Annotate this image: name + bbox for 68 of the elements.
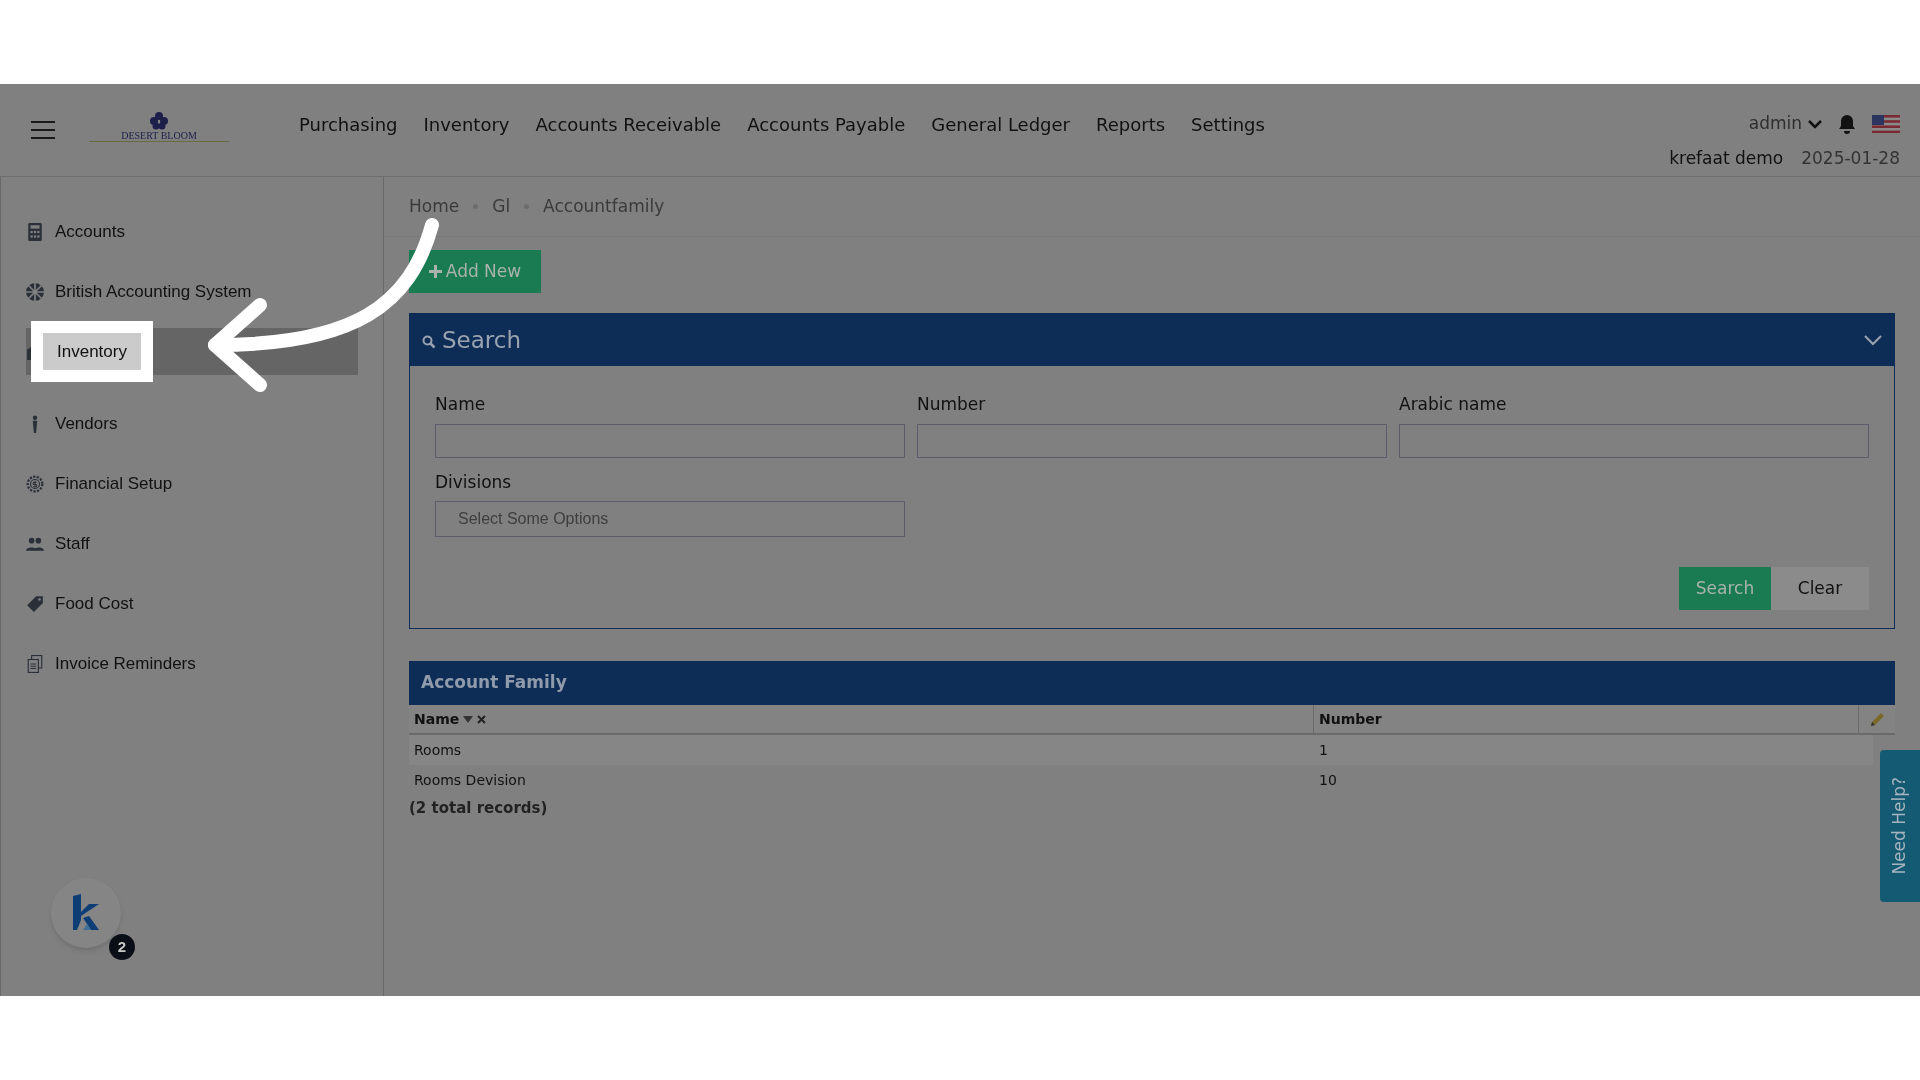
column-header[interactable]: Name	[414, 708, 460, 730]
current-date: 2025-01-28	[1801, 146, 1900, 170]
plus-icon	[428, 265, 442, 278]
menu-icon[interactable]	[31, 121, 55, 139]
breadcrumb-link[interactable]: Accountfamily	[543, 193, 665, 220]
table-cell-text: 10	[1318, 770, 1338, 790]
logo-text: DESERT BLOOM	[121, 130, 197, 141]
chevron-down-icon	[1808, 118, 1822, 129]
nav-link[interactable]: Accounts Payable	[747, 111, 906, 138]
field-label: Arabic name	[1399, 393, 1508, 416]
dollar-gear-icon	[26, 474, 44, 493]
clear-button[interactable]: Clear	[1771, 567, 1869, 610]
input-field[interactable]	[917, 423, 1387, 458]
field-label: Name	[435, 393, 487, 416]
sidebar-item[interactable]: British Accounting System	[26, 268, 358, 315]
search-icon	[422, 335, 436, 349]
close-icon[interactable]	[477, 714, 487, 724]
input-field[interactable]	[435, 423, 905, 458]
help-label: Need Help?	[1888, 777, 1911, 875]
sidebar-item[interactable]: Accounts	[26, 208, 358, 255]
sidebar-label: Vendors	[55, 412, 118, 435]
sidebar-label: Invoice Reminders	[55, 652, 196, 675]
sidebar-label: Food Cost	[55, 592, 134, 615]
sidebar-item[interactable]: Financial Setup	[26, 460, 358, 507]
sidebar-item[interactable]: Food Cost	[26, 580, 358, 627]
sidebar-item[interactable]: Vendors	[26, 400, 358, 447]
add-new-button[interactable]: Add New	[409, 250, 541, 293]
documents-icon	[26, 654, 44, 673]
field-label: Number	[917, 393, 987, 416]
sidebar-label: Staff	[55, 532, 90, 555]
chevron-down-icon[interactable]	[1864, 334, 1882, 346]
table-row[interactable]: Rooms 1	[409, 735, 1873, 765]
breadcrumb-link[interactable]: Home	[409, 193, 460, 220]
nav-link[interactable]: Inventory	[423, 111, 510, 138]
logo[interactable]: DESERT BLOOM	[89, 112, 229, 142]
sidebar-item[interactable]: Invoice Reminders	[26, 640, 358, 687]
field-label: Divisions	[435, 470, 513, 494]
notification-badge: 2	[109, 934, 135, 960]
sort-down-icon[interactable]	[463, 715, 474, 723]
sidebar-label: Accounts	[55, 220, 125, 243]
record-count: (2 total records)	[409, 798, 549, 819]
select-field[interactable]: Select Some Options	[435, 501, 905, 537]
sidebar-label: British Accounting System	[55, 280, 252, 303]
nav-link[interactable]: Reports	[1096, 111, 1166, 138]
nav-link[interactable]: General Ledger	[931, 111, 1071, 138]
nav-link[interactable]: Settings	[1191, 111, 1265, 138]
calculator-icon	[26, 222, 44, 241]
table-title: Account Family	[421, 671, 567, 695]
nav-link[interactable]: Purchasing	[299, 111, 398, 138]
user-menu[interactable]: admin	[1748, 111, 1822, 137]
nav-link[interactable]: Accounts Receivable	[535, 111, 722, 138]
sidebar-label: Financial Setup	[55, 472, 173, 495]
help-tab[interactable]: Need Help?	[1880, 750, 1920, 902]
column-header[interactable]: Number	[1319, 708, 1382, 730]
sidebar-item[interactable]: Staff	[26, 520, 358, 567]
company-name: krefaat demo	[1669, 146, 1784, 170]
panel-header[interactable]: Search	[410, 314, 1894, 366]
tag-icon	[26, 594, 44, 613]
panel-title: Search	[442, 325, 522, 355]
pencil-icon[interactable]	[1868, 710, 1886, 728]
table-cell-text: 1	[1318, 740, 1329, 760]
table-cell-text: Rooms Devision	[413, 770, 527, 790]
input-field[interactable]	[1399, 423, 1869, 458]
search-button[interactable]: Search	[1679, 567, 1771, 610]
sidebar-label: Inventory	[43, 332, 141, 371]
breadcrumb-link[interactable]: Gl	[492, 193, 511, 220]
table-cell-text: Rooms	[413, 740, 463, 760]
bell-icon[interactable]	[1838, 113, 1856, 134]
